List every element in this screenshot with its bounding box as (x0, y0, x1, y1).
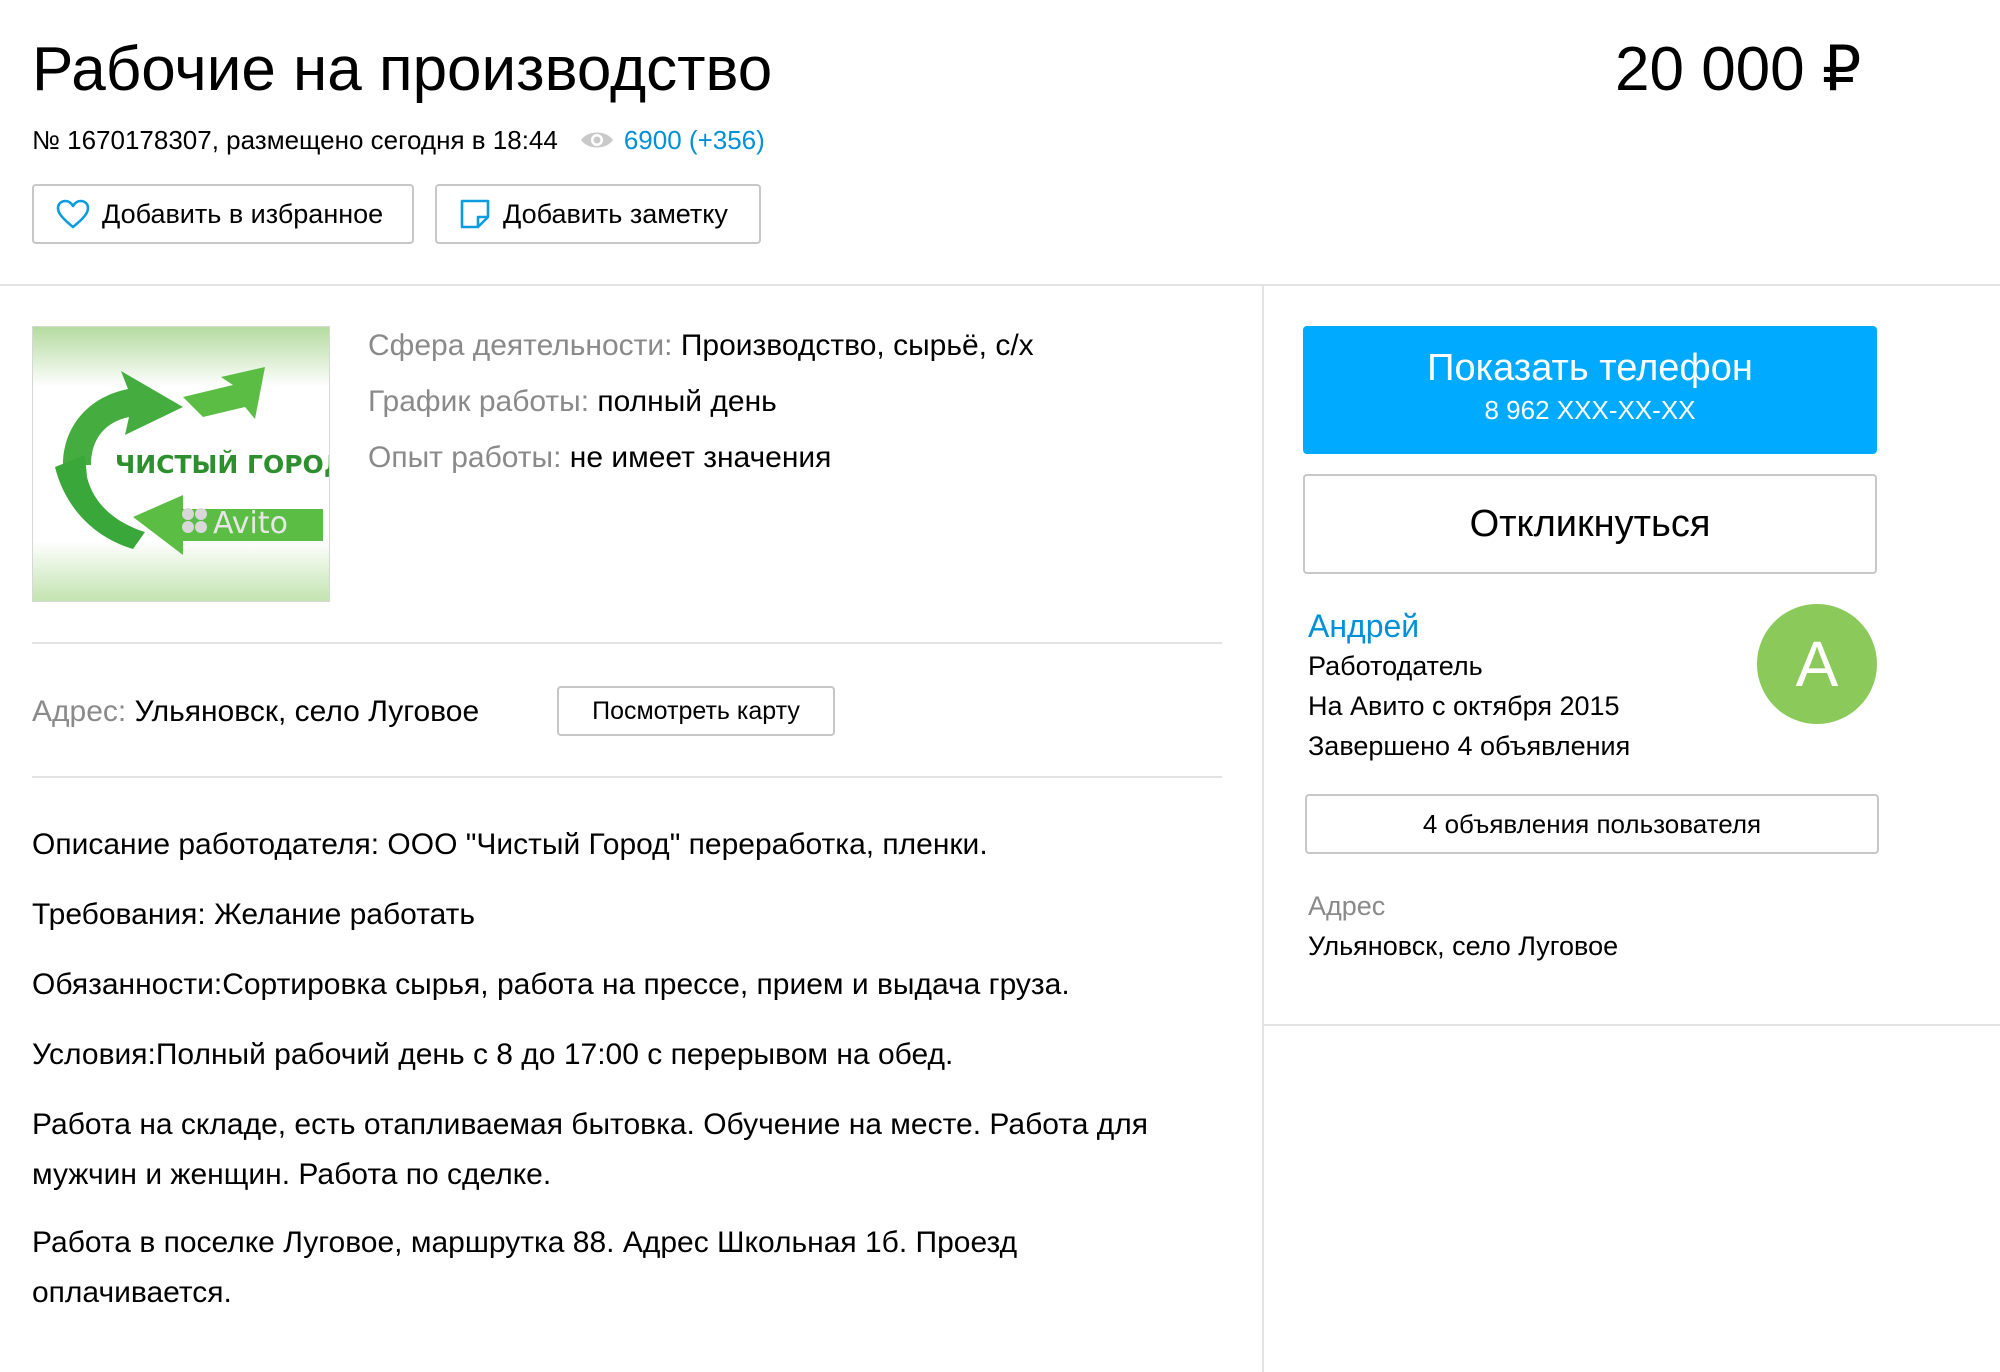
listing-info: № 1670178307, размещено сегодня в 18:44 (32, 125, 558, 155)
avito-watermark: Avito (213, 506, 288, 541)
price: 20 000 ₽ (1615, 35, 1862, 104)
sidebar-address-value: Ульяновск, село Луговое (1308, 931, 1619, 961)
attribute-value: полный день (597, 385, 777, 418)
seller-role: Работодатель (1308, 651, 1483, 681)
views-counter: 6900 (+356) (580, 120, 765, 160)
section-divider (32, 776, 1222, 778)
show-phone-label: Показать телефон (1427, 347, 1753, 389)
note-icon (460, 199, 490, 229)
views-count: 6900 (+356) (623, 125, 765, 155)
respond-button[interactable]: Откликнуться (1303, 474, 1877, 574)
attribute-sphere: Сфера деятельности: Производство, сырьё,… (368, 324, 1034, 368)
attribute-key: Опыт работы: (368, 441, 562, 474)
seller-name-link[interactable]: Андрей (1308, 604, 1419, 648)
column-divider (1262, 286, 1264, 1372)
show-map-button[interactable]: Посмотреть карту (557, 686, 835, 736)
description-paragraph: Требования: Желание работать (32, 898, 475, 931)
description-paragraph: Работа в поселке Луговое, маршрутка 88. … (32, 1226, 1018, 1309)
sidebar-address-label: Адрес (1308, 891, 1386, 921)
attribute-key: График работы: (368, 385, 590, 418)
add-note-label: Добавить заметку (503, 198, 728, 229)
description-paragraph: Работа на складе, есть отапливаемая быто… (32, 1108, 1148, 1191)
avatar[interactable]: A (1757, 604, 1877, 724)
recycle-logo-icon: ЧИСТЫЙ ГОРОД Avito (55, 367, 329, 555)
sidebar-divider (1264, 1024, 2000, 1026)
user-ads-button[interactable]: 4 объявления пользователя (1305, 794, 1879, 854)
description-paragraph: Описание работодателя: ООО "Чистый Город… (32, 828, 988, 861)
masked-phone: 8 962 XXX-XX-XX (1484, 395, 1696, 425)
attribute-value: не имеет значения (569, 441, 832, 474)
listing-meta: № 1670178307, размещено сегодня в 18:44 … (32, 120, 765, 160)
address-key: Адрес: (32, 695, 127, 728)
attribute-key: Сфера деятельности: (368, 329, 673, 362)
seller-since: На Авито с октября 2015 (1308, 691, 1620, 721)
add-to-favorites-label: Добавить в избранное (102, 198, 384, 229)
header-divider (0, 284, 2000, 286)
show-phone-button[interactable]: Показать телефон 8 962 XXX-XX-XX (1303, 326, 1877, 454)
page-title: Рабочие на производство (32, 35, 773, 104)
attribute-value: Производство, сырьё, с/х (680, 329, 1034, 362)
description-paragraph: Условия:Полный рабочий день с 8 до 17:00… (32, 1038, 954, 1071)
add-note-button[interactable]: Добавить заметку (435, 184, 761, 244)
eye-icon (580, 132, 613, 148)
add-to-favorites-button[interactable]: Добавить в избранное (32, 184, 414, 244)
attribute-schedule: График работы: полный день (368, 380, 777, 424)
company-logo[interactable]: ЧИСТЫЙ ГОРОД Avito (32, 326, 330, 602)
section-divider (32, 642, 1222, 644)
address-row: Адрес: Ульяновск, село Луговое (32, 690, 479, 734)
logo-company-text: ЧИСТЫЙ ГОРОД (115, 450, 329, 479)
attribute-experience: Опыт работы: не имеет значения (368, 436, 831, 480)
heart-icon (56, 199, 90, 229)
seller-completed: Завершено 4 объявления (1308, 731, 1631, 761)
address-value: Ульяновск, село Луговое (134, 695, 480, 728)
description-paragraph: Обязанности:Сортировка сырья, работа на … (32, 968, 1070, 1001)
